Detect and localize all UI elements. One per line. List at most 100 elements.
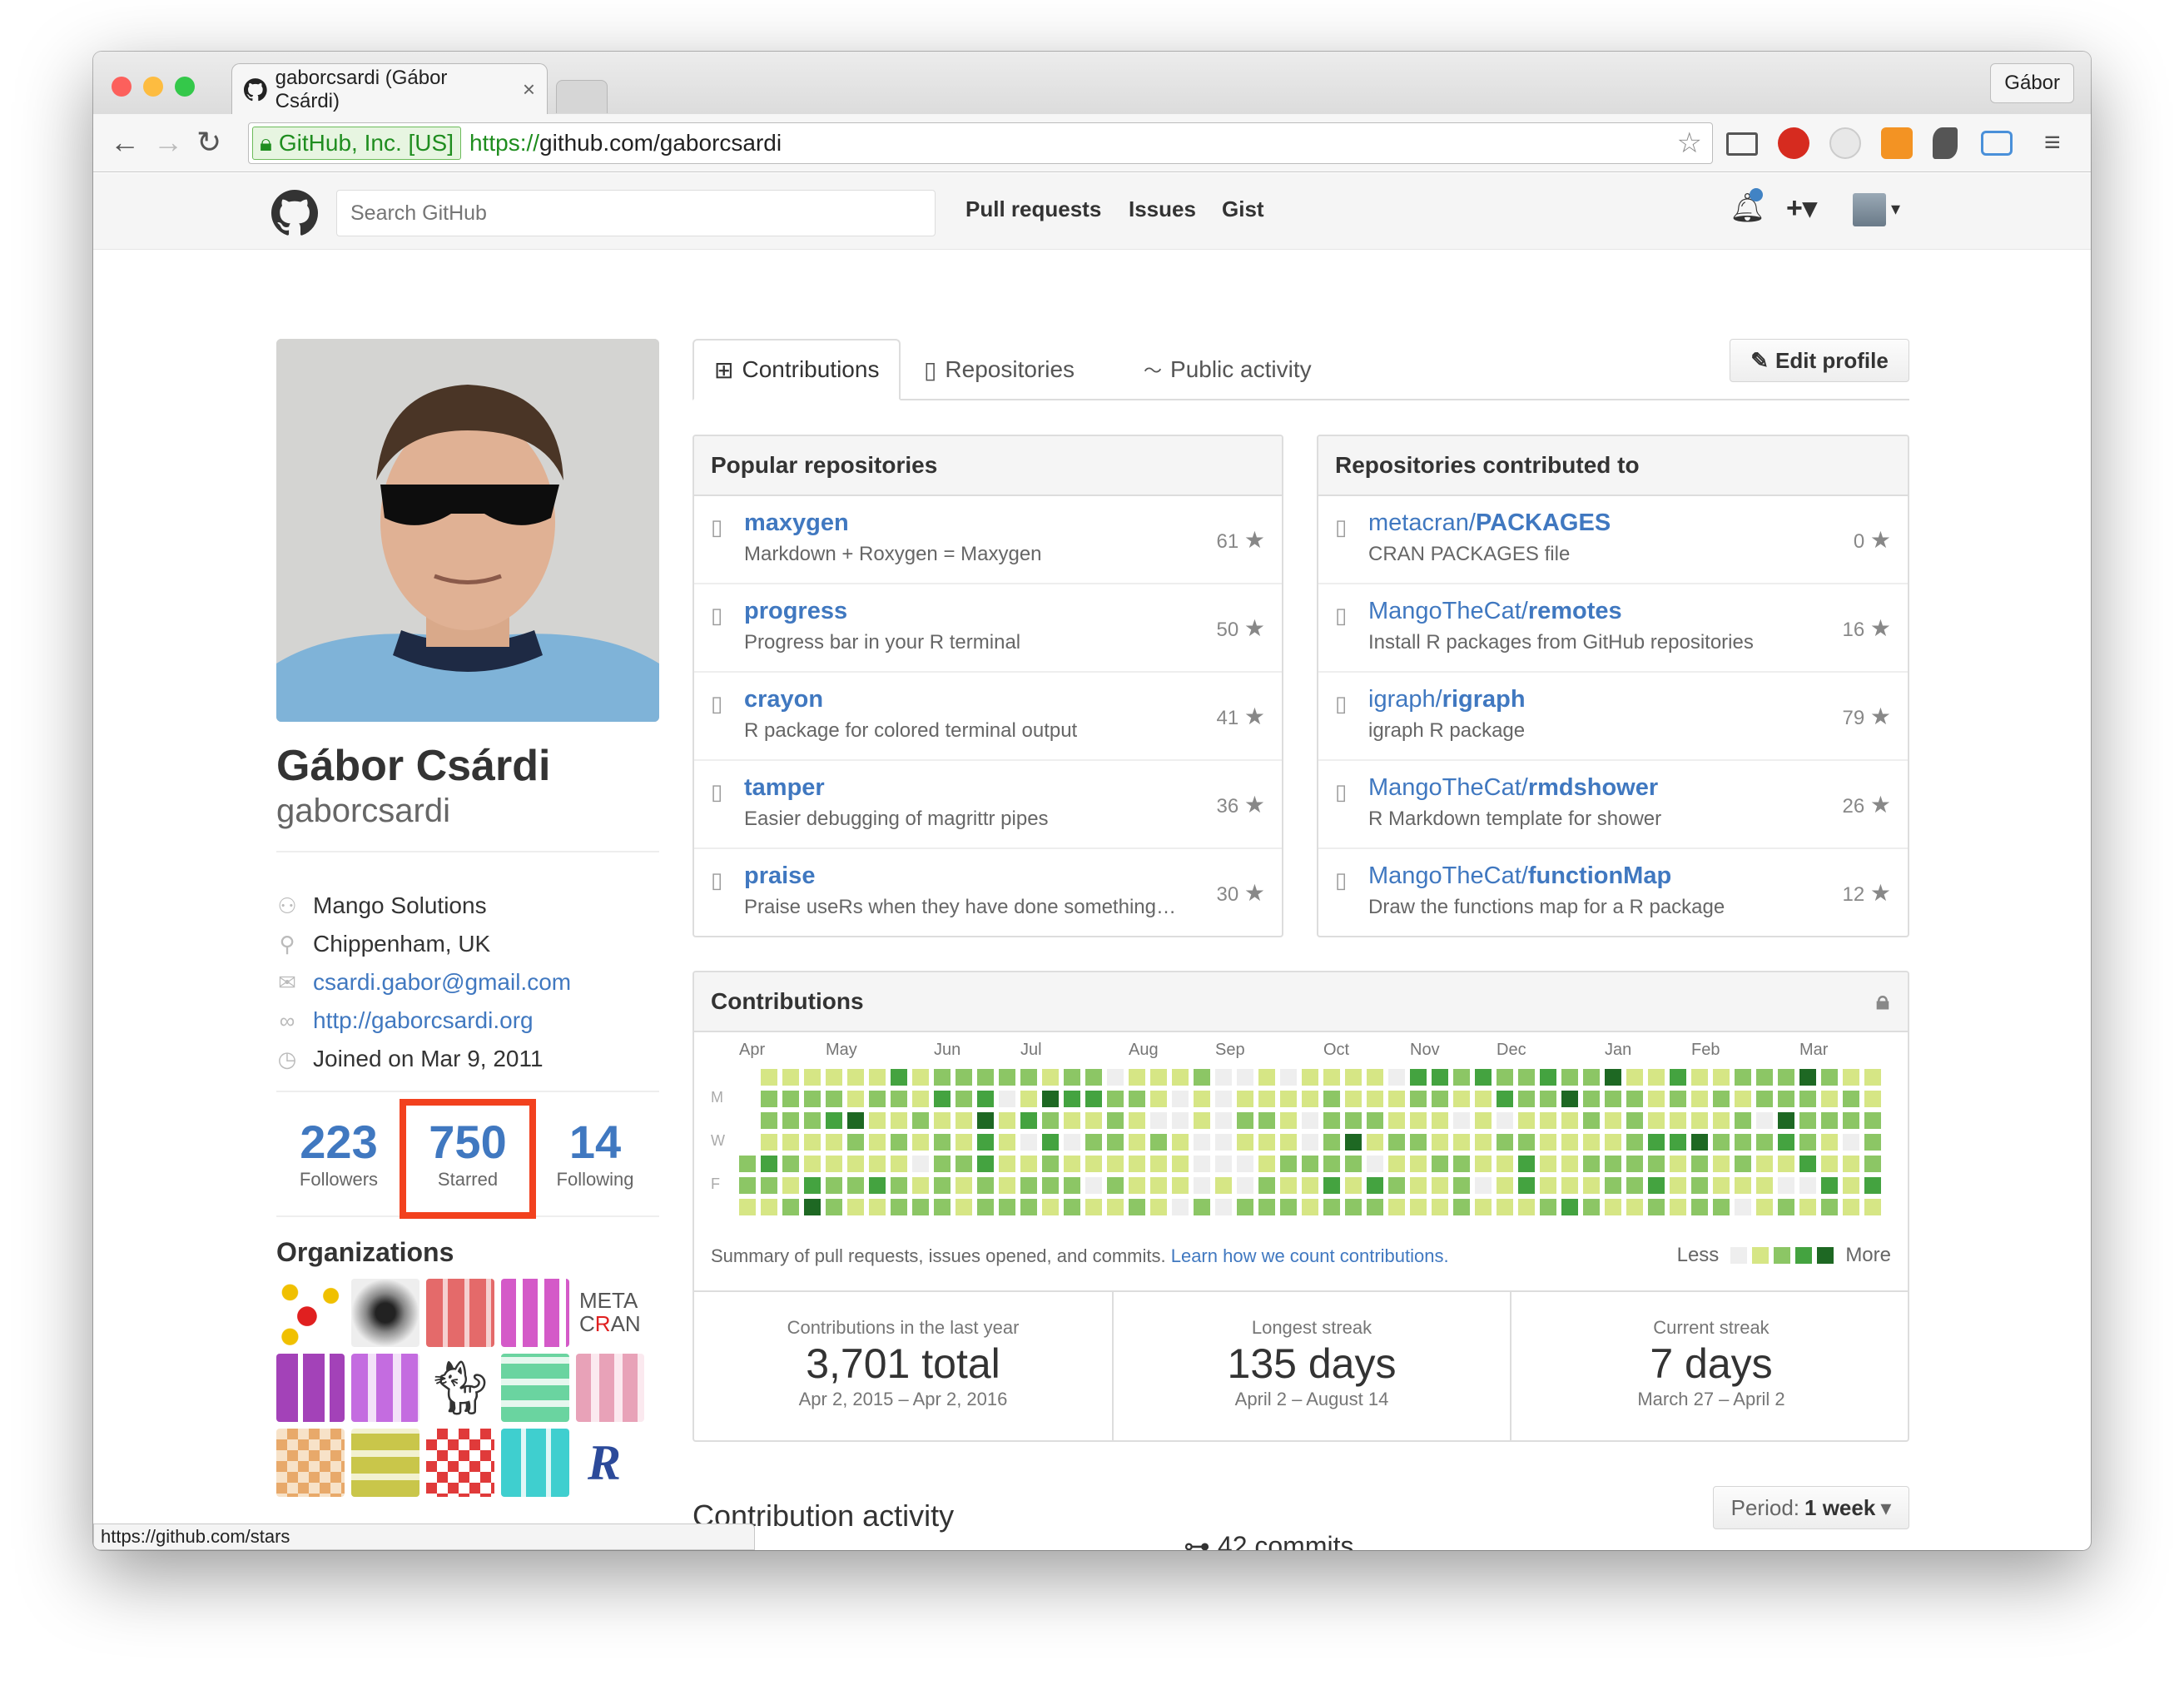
contribution-day-cell[interactable]	[1280, 1156, 1297, 1172]
contribution-day-cell[interactable]	[1258, 1199, 1275, 1215]
contribution-day-cell[interactable]	[782, 1199, 799, 1215]
contribution-day-cell[interactable]	[912, 1112, 929, 1129]
contribution-day-cell[interactable]	[1648, 1156, 1665, 1172]
contribution-day-cell[interactable]	[1778, 1134, 1794, 1151]
contribution-day-cell[interactable]	[1258, 1156, 1275, 1172]
contribution-day-cell[interactable]	[1323, 1134, 1340, 1151]
contribution-day-cell[interactable]	[1388, 1199, 1405, 1215]
contribution-day-cell[interactable]	[1020, 1069, 1037, 1086]
contribution-day-cell[interactable]	[1410, 1091, 1427, 1107]
contribution-day-cell[interactable]	[1323, 1199, 1340, 1215]
contribution-day-cell[interactable]	[1129, 1156, 1145, 1172]
contribution-day-cell[interactable]	[1735, 1112, 1751, 1129]
contribution-day-cell[interactable]	[1237, 1112, 1253, 1129]
github-logo-icon[interactable]	[271, 190, 318, 236]
nav-issues[interactable]: Issues	[1129, 196, 1196, 222]
contribution-day-cell[interactable]	[761, 1112, 777, 1129]
contribution-day-cell[interactable]	[1172, 1112, 1189, 1129]
contribution-day-cell[interactable]	[999, 1134, 1015, 1151]
contribution-day-cell[interactable]	[1064, 1199, 1080, 1215]
contribution-day-cell[interactable]	[1843, 1091, 1859, 1107]
contribution-day-cell[interactable]	[1670, 1069, 1686, 1086]
repo-name-link[interactable]: MangoTheCat/remotes	[1368, 598, 1622, 625]
repo-name-link[interactable]: progress	[744, 598, 847, 625]
contribution-day-cell[interactable]	[1799, 1156, 1816, 1172]
contribution-day-cell[interactable]	[1843, 1112, 1859, 1129]
contribution-day-cell[interactable]	[1605, 1156, 1621, 1172]
contribution-day-cell[interactable]	[1497, 1134, 1513, 1151]
contribution-day-cell[interactable]	[1432, 1069, 1448, 1086]
contribution-day-cell[interactable]	[912, 1069, 929, 1086]
contribution-day-cell[interactable]	[977, 1112, 994, 1129]
contribution-day-cell[interactable]	[826, 1156, 842, 1172]
contribution-day-cell[interactable]	[1129, 1134, 1145, 1151]
repo-name-link[interactable]: crayon	[744, 686, 823, 713]
contribution-day-cell[interactable]	[1799, 1199, 1816, 1215]
contribution-day-cell[interactable]	[1670, 1134, 1686, 1151]
contribution-day-cell[interactable]	[1432, 1156, 1448, 1172]
contribution-day-cell[interactable]	[891, 1199, 907, 1215]
contribution-day-cell[interactable]	[1150, 1112, 1167, 1129]
contribution-day-cell[interactable]	[1475, 1069, 1492, 1086]
contribution-day-cell[interactable]	[1540, 1177, 1556, 1194]
contribution-day-cell[interactable]	[1821, 1199, 1838, 1215]
contribution-day-cell[interactable]	[1778, 1069, 1794, 1086]
contribution-day-cell[interactable]	[1020, 1091, 1037, 1107]
contribution-day-cell[interactable]	[1042, 1177, 1059, 1194]
contribution-day-cell[interactable]	[999, 1177, 1015, 1194]
contribution-day-cell[interactable]	[1561, 1177, 1578, 1194]
contribution-day-cell[interactable]	[1843, 1156, 1859, 1172]
contribution-day-cell[interactable]	[1626, 1199, 1643, 1215]
contribution-day-cell[interactable]	[1323, 1112, 1340, 1129]
organization-avatar[interactable]	[351, 1279, 419, 1347]
contribution-day-cell[interactable]	[1237, 1177, 1253, 1194]
contribution-day-cell[interactable]	[1042, 1112, 1059, 1129]
contribution-day-cell[interactable]	[1453, 1069, 1470, 1086]
back-icon[interactable]: ←	[110, 126, 140, 159]
contribution-day-cell[interactable]	[739, 1156, 756, 1172]
contribution-day-cell[interactable]	[1258, 1134, 1275, 1151]
contribution-day-cell[interactable]	[1756, 1199, 1773, 1215]
ev-certificate-badge[interactable]: 🔒︎ GitHub, Inc. [US]	[252, 127, 461, 160]
contribution-day-cell[interactable]	[1799, 1069, 1816, 1086]
organization-avatar[interactable]	[426, 1279, 494, 1347]
contribution-day-cell[interactable]	[782, 1156, 799, 1172]
contribution-day-cell[interactable]	[1583, 1177, 1600, 1194]
contribution-day-cell[interactable]	[1107, 1199, 1124, 1215]
contribution-day-cell[interactable]	[999, 1069, 1015, 1086]
contribution-day-cell[interactable]	[1605, 1134, 1621, 1151]
contribution-day-cell[interactable]	[977, 1177, 994, 1194]
contribution-day-cell[interactable]	[1843, 1177, 1859, 1194]
contribution-day-cell[interactable]	[1735, 1069, 1751, 1086]
contribution-day-cell[interactable]	[1691, 1199, 1708, 1215]
contribution-day-cell[interactable]	[956, 1199, 972, 1215]
contribution-day-cell[interactable]	[1497, 1199, 1513, 1215]
contribution-day-cell[interactable]	[826, 1069, 842, 1086]
contribution-day-cell[interactable]	[1583, 1069, 1600, 1086]
organization-avatar[interactable]	[276, 1354, 345, 1422]
contribution-day-cell[interactable]	[1475, 1199, 1492, 1215]
contribution-day-cell[interactable]	[1670, 1177, 1686, 1194]
contribution-day-cell[interactable]	[1691, 1069, 1708, 1086]
contribution-day-cell[interactable]	[1194, 1069, 1210, 1086]
contribution-day-cell[interactable]	[1215, 1112, 1232, 1129]
contribution-day-cell[interactable]	[1648, 1177, 1665, 1194]
contribution-day-cell[interactable]	[1864, 1134, 1881, 1151]
contribution-day-cell[interactable]	[1670, 1156, 1686, 1172]
contribution-day-cell[interactable]	[1020, 1112, 1037, 1129]
contribution-day-cell[interactable]	[1237, 1156, 1253, 1172]
contribution-day-cell[interactable]	[1583, 1112, 1600, 1129]
contribution-day-cell[interactable]	[1172, 1134, 1189, 1151]
contribution-day-cell[interactable]	[1085, 1112, 1102, 1129]
contribution-day-cell[interactable]	[847, 1091, 864, 1107]
contribution-day-cell[interactable]	[1756, 1134, 1773, 1151]
contribution-day-cell[interactable]	[761, 1156, 777, 1172]
address-bar[interactable]: 🔒︎ GitHub, Inc. [US] https://github.com/…	[248, 122, 1713, 164]
contribution-day-cell[interactable]	[912, 1177, 929, 1194]
screen-extension-icon[interactable]	[1981, 131, 2013, 156]
tab-contributions[interactable]: ⊞ Contributions	[692, 339, 901, 400]
contribution-day-cell[interactable]	[999, 1199, 1015, 1215]
contribution-day-cell[interactable]	[977, 1199, 994, 1215]
contribution-day-cell[interactable]	[1670, 1112, 1686, 1129]
contribution-day-cell[interactable]	[1085, 1199, 1102, 1215]
